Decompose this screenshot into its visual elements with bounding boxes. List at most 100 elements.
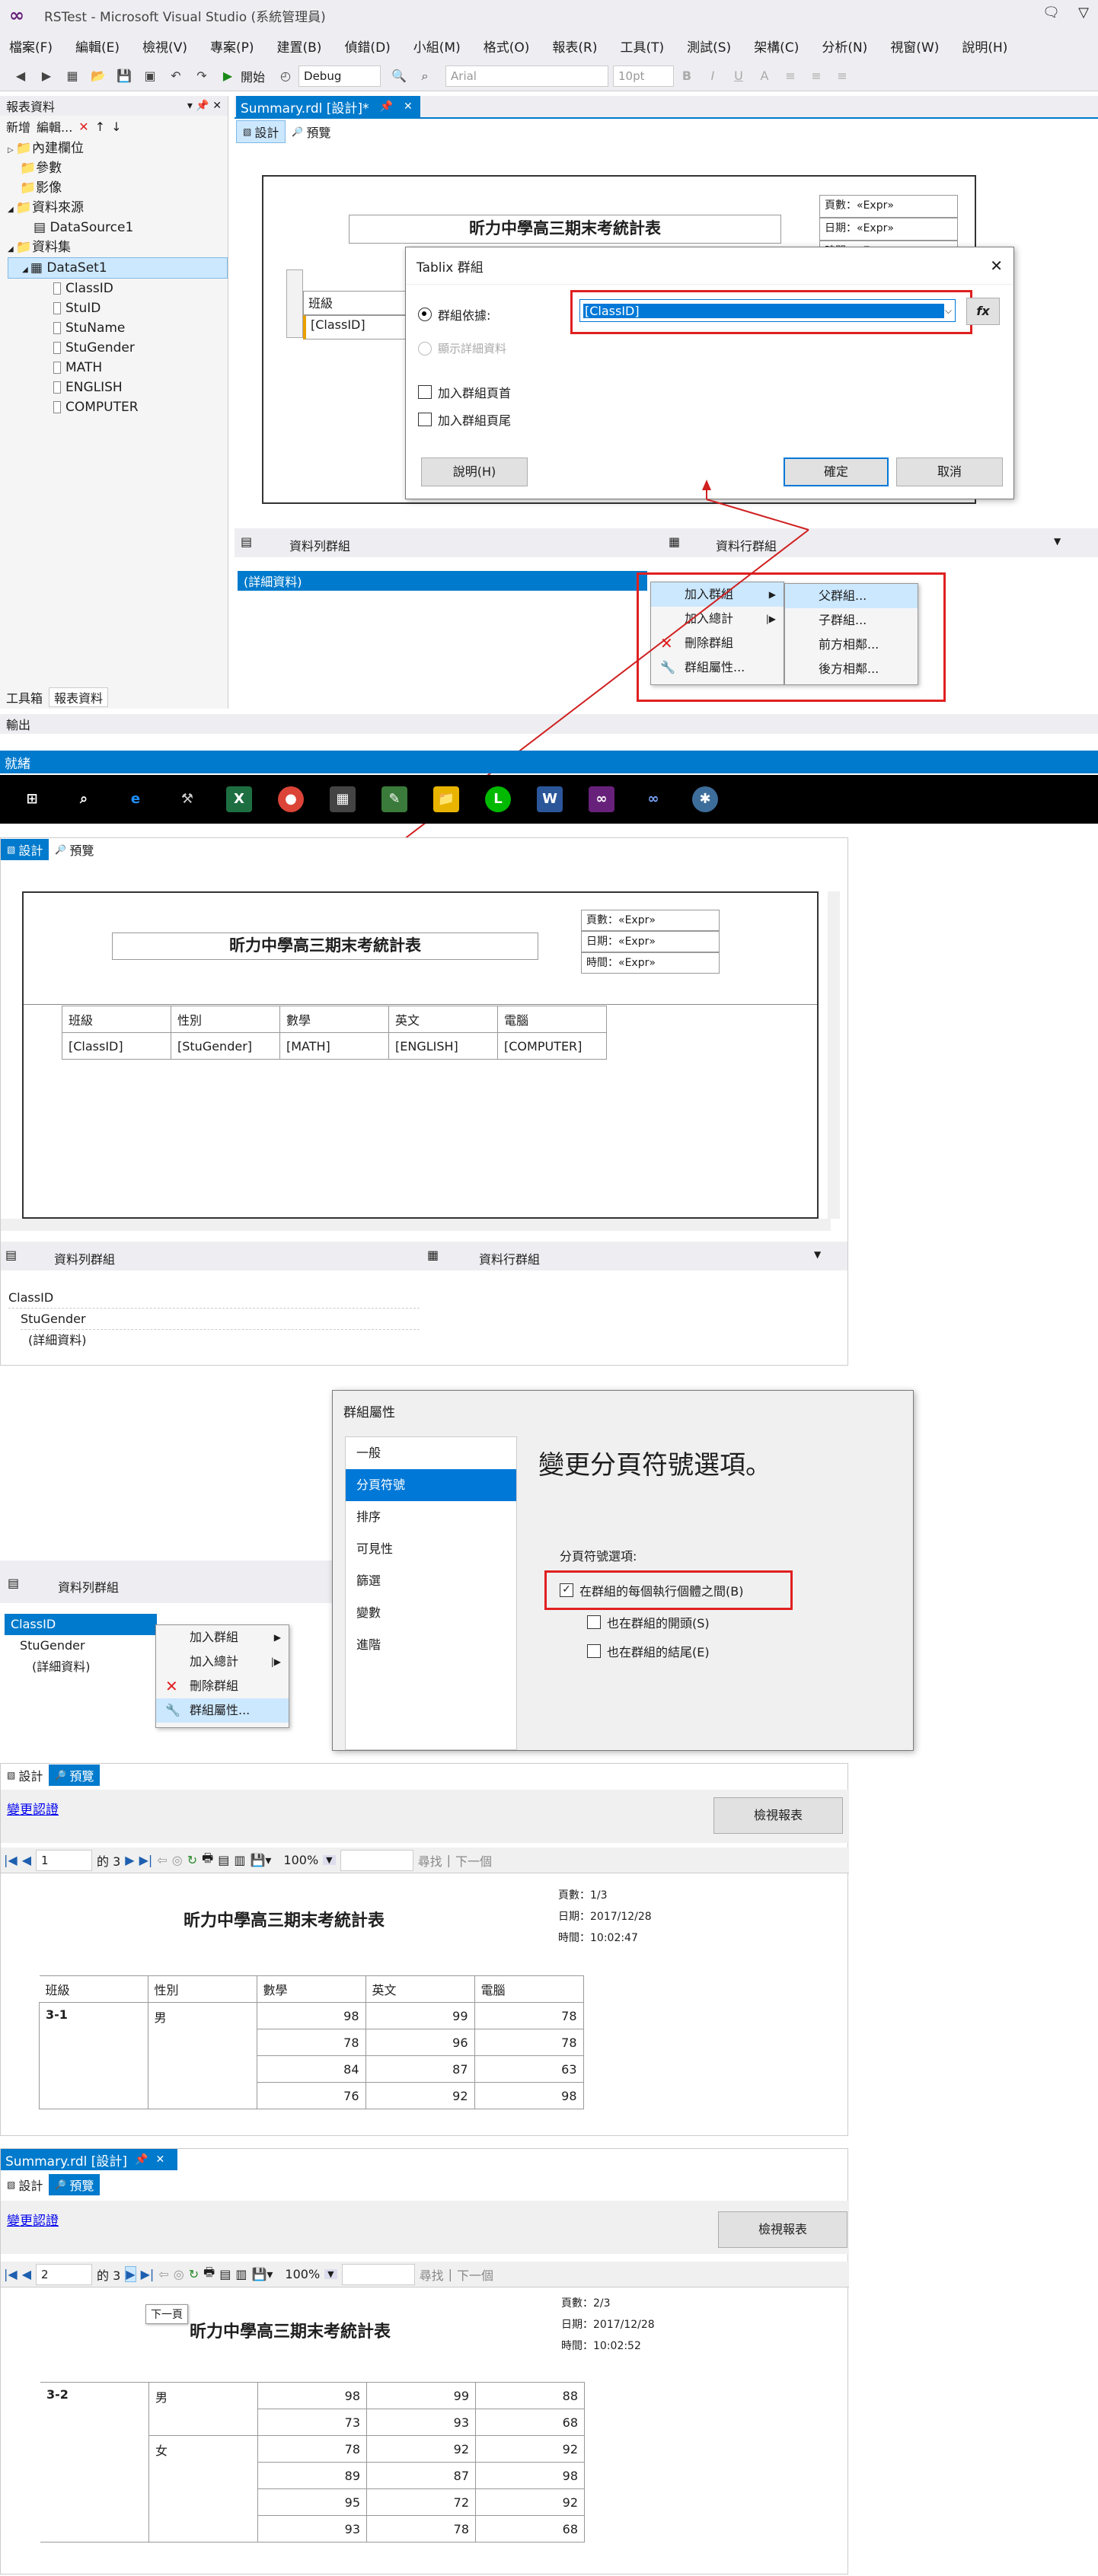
menu-add-total[interactable]: 加入總計 |▶ [156,1650,289,1674]
horizontal-scrollbar[interactable] [1,1219,831,1231]
print-icon[interactable]: 🖶 [202,1850,213,1870]
date-expr-textbox[interactable]: 日期：«Expr» [581,931,720,952]
prev-page-icon[interactable]: ◀ [22,1853,31,1867]
report-title-textbox[interactable]: 昕力中學高三期末考統計表 [112,933,538,960]
first-page-icon[interactable]: |◀ [4,2267,18,2281]
nav-page-breaks[interactable]: 分頁符號 [346,1469,516,1501]
design-table-2[interactable]: 班級 性別 數學 英文 電腦 [ClassID] [StuGender] [MA… [62,1006,607,1060]
header-cell[interactable]: 電腦 [497,1006,607,1033]
print-layout-icon[interactable]: ▤ [218,1853,229,1867]
notepad-icon[interactable]: ✎ [381,786,407,812]
last-page-icon[interactable]: ▶| [141,2267,155,2281]
header-cell[interactable]: 班級 [62,1006,171,1033]
export-icon[interactable]: 💾▾ [251,2267,273,2281]
header-cell[interactable]: 性別 [171,1006,280,1033]
group-details[interactable]: (詳細資料) [28,1330,420,1351]
between-instances-checkbox[interactable]: ✓ [560,1583,573,1597]
zoom-dropdown-icon[interactable]: ▼ [324,2269,337,2279]
page-setup-icon[interactable]: ▥ [235,2267,247,2281]
view-report-button[interactable]: 檢視報表 [718,2211,847,2248]
data-cell[interactable]: [COMPUTER] [497,1032,607,1060]
nav-advanced[interactable]: 進階 [346,1629,516,1661]
nav-filters[interactable]: 篩選 [346,1565,516,1597]
header-cell[interactable]: 英文 [388,1006,498,1033]
word-icon[interactable]: W [537,786,563,812]
zoom-dropdown-icon[interactable]: ▼ [323,1855,336,1865]
at-end-checkbox[interactable] [587,1644,601,1658]
tab-design[interactable]: ▧ 設計 [1,839,49,860]
tab-design[interactable]: ▧ 設計 [1,2174,49,2195]
next-page-icon[interactable]: ▶ [125,2266,136,2282]
view-report-button[interactable]: 檢視報表 [713,1797,843,1834]
page-setup-icon[interactable]: ▥ [234,1853,245,1867]
vertical-scrollbar[interactable] [828,891,840,1219]
find-button[interactable]: 尋找 [420,2265,444,2284]
refresh-icon[interactable]: ↻ [187,1853,197,1867]
pin-icon[interactable]: 📌 [135,2154,148,2166]
back-icon[interactable]: ⇦ [157,1853,167,1867]
prev-page-icon[interactable]: ◀ [22,2267,31,2281]
visual-studio-icon[interactable]: ∞ [589,786,614,812]
menu-group-properties[interactable]: 🔧 群組屬性... [156,1698,289,1723]
group-classid-selected[interactable]: ClassID [5,1614,157,1635]
time-expr-textbox[interactable]: 時間：«Expr» [581,952,720,974]
print-layout-icon[interactable]: ▤ [219,2267,231,2281]
at-start-checkbox[interactable] [587,1615,601,1629]
calculator-icon[interactable]: ▦ [330,786,356,812]
nav-visibility[interactable]: 可見性 [346,1533,516,1565]
option-at-end: 也在群組的結尾(E) [587,1642,710,1660]
export-icon[interactable]: 💾▾ [250,1853,271,1867]
ie-icon[interactable]: e [123,786,148,812]
tools-icon[interactable]: ⚒ [174,786,200,812]
nav-variables[interactable]: 變數 [346,1597,516,1629]
menu-delete-group[interactable]: ✕ 刪除群組 [156,1674,289,1698]
data-cell[interactable]: [ClassID] [62,1032,171,1060]
line-icon[interactable]: L [485,786,511,812]
excel-icon[interactable]: X [226,786,252,812]
find-next-button[interactable]: 下一個 [455,1851,492,1870]
data-cell[interactable]: [ENGLISH] [388,1032,498,1060]
find-input[interactable] [340,1849,413,1871]
page-expr-textbox[interactable]: 頁數：«Expr» [581,910,720,931]
tab-design[interactable]: ▧ 設計 [1,1765,49,1786]
refresh-icon[interactable]: ↻ [189,2267,199,2281]
zoom-level[interactable]: 100% [285,2267,320,2281]
change-credentials-link[interactable]: 變更認證 [7,2210,59,2229]
tab-preview[interactable]: 🔎 預覽 [49,1765,101,1786]
explorer-icon[interactable]: 📁 [433,786,459,812]
group-stugender[interactable]: StuGender [21,1309,420,1330]
tab-preview[interactable]: 🔎 預覽 [49,839,100,860]
stop-icon[interactable]: ◎ [172,1853,183,1867]
data-cell[interactable]: [StuGender] [171,1032,280,1060]
menu-add-group[interactable]: 加入群組 ▶ [156,1625,289,1650]
print-icon[interactable]: 🖶 [203,2264,215,2284]
group-stugender[interactable]: StuGender [20,1635,85,1656]
zoom-level[interactable]: 100% [283,1853,318,1867]
last-page-icon[interactable]: ▶| [139,1853,153,1867]
search-icon[interactable]: ⌕ [71,786,97,812]
find-button[interactable]: 尋找 [418,1851,442,1870]
infinity-icon[interactable]: ∞ [640,786,666,812]
find-input[interactable] [341,2263,415,2285]
page-number-input[interactable]: 2 [36,2263,93,2285]
nav-general[interactable]: 一般 [346,1437,516,1469]
tab-preview[interactable]: 🔎 預覽 [49,2174,101,2195]
windows-start-icon[interactable]: ⊞ [19,786,45,812]
close-icon[interactable]: ✕ [155,2154,164,2166]
back-icon[interactable]: ⇦ [158,2267,168,2281]
find-next-button[interactable]: 下一個 [457,2265,493,2284]
group-details[interactable]: (詳細資料) [32,1656,91,1678]
app-icon[interactable]: ✱ [692,786,718,812]
group-classid[interactable]: ClassID [8,1287,420,1309]
first-page-icon[interactable]: |◀ [4,1853,18,1867]
stop-icon[interactable]: ◎ [174,2267,184,2281]
page-number-input[interactable]: 1 [36,1849,93,1871]
grouping-dropdown-icon[interactable]: ▼ [814,1249,821,1260]
next-page-icon[interactable]: ▶ [125,1853,134,1867]
data-cell[interactable]: [MATH] [279,1032,389,1060]
chrome-icon[interactable]: ● [278,786,304,812]
doc-tab-summary[interactable]: Summary.rdl [設計] 📌 ✕ [1,2149,177,2170]
header-cell[interactable]: 數學 [279,1006,389,1033]
nav-sorting[interactable]: 排序 [346,1501,516,1533]
change-credentials-link[interactable]: 變更認證 [7,1799,59,1818]
